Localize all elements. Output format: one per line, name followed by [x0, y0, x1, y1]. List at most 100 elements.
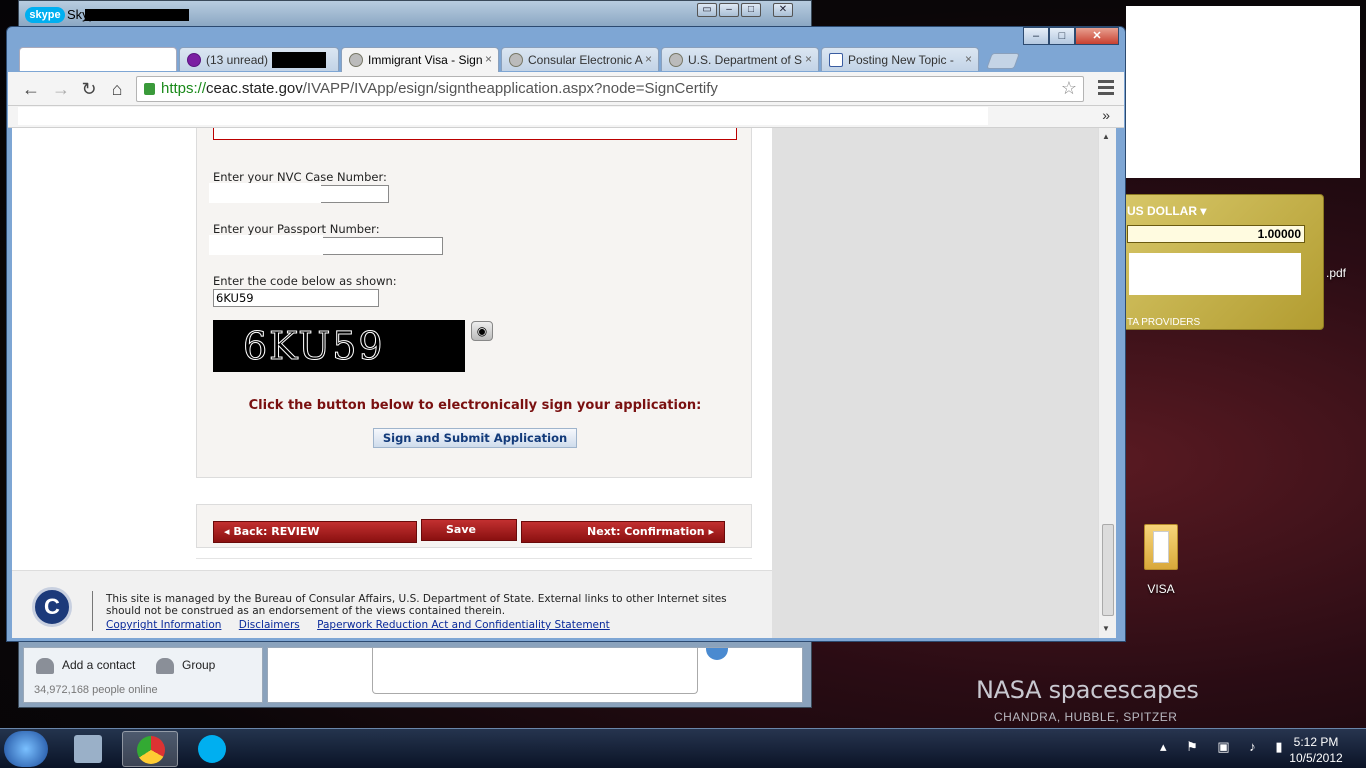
page-viewport: Enter your NVC Case Number: Enter your P…: [12, 128, 1106, 638]
scroll-thumb[interactable]: [1102, 524, 1114, 616]
taskbar-skype[interactable]: [184, 731, 240, 767]
tab-mail[interactable]: (13 unread): [179, 47, 339, 71]
add-contact-button[interactable]: Add a contact: [36, 652, 135, 678]
reload-icon[interactable]: ↻: [78, 78, 100, 100]
currency-widget: US DOLLAR ▾ 1.00000 TA PROVIDERS: [1112, 194, 1324, 330]
passport-redacted: [209, 235, 323, 255]
nvc-redacted: [209, 183, 321, 203]
taskbar-calculator[interactable]: [60, 731, 116, 767]
tab-redacted[interactable]: [19, 47, 177, 71]
group-label: Group: [182, 658, 216, 672]
add-contact-icon: [36, 657, 54, 674]
clock-date: 10/5/2012: [1289, 751, 1343, 765]
form-navigation: ◂ Back: REVIEW Save Next: Confirmation ▸: [196, 504, 752, 548]
save-button[interactable]: Save: [421, 519, 517, 541]
tab-label: Immigrant Visa - Sign: [368, 53, 483, 67]
code-label: Enter the code below as shown:: [213, 274, 397, 288]
bookmarks-more-icon[interactable]: »: [1102, 107, 1110, 123]
captcha-code-input[interactable]: 6KU59: [213, 289, 379, 307]
visa-folder[interactable]: VISA: [1138, 524, 1184, 596]
calculator-icon: [74, 735, 102, 763]
address-bar[interactable]: https://ceac.state.gov/IVAPP/IVApp/esign…: [136, 76, 1084, 102]
skype-maximize-button[interactable]: □: [741, 3, 761, 17]
sign-instruction: Click the button below to electronically…: [248, 398, 702, 413]
close-button[interactable]: ✕: [1075, 27, 1119, 45]
bookmarks-bar: »: [8, 106, 1124, 128]
group-icon: [156, 657, 174, 674]
footer-notice: This site is managed by the Bureau of Co…: [106, 593, 727, 617]
group-button[interactable]: Group: [156, 652, 215, 678]
footer-links: Copyright Information Disclaimers Paperw…: [106, 619, 624, 631]
nvc-label: Enter your NVC Case Number:: [213, 170, 387, 184]
clock-time: 5:12 PM: [1293, 735, 1339, 749]
scroll-up-icon[interactable]: ▲: [1102, 132, 1110, 141]
skype-close-button[interactable]: ✕: [773, 3, 793, 17]
home-icon[interactable]: ⌂: [106, 78, 128, 100]
skype-restore-button[interactable]: ▭: [697, 3, 717, 17]
scroll-down-icon[interactable]: ▼: [1102, 624, 1110, 633]
currency-name[interactable]: US DOLLAR ▾: [1127, 204, 1206, 218]
url-host: ceac.state.gov: [206, 80, 303, 97]
start-button[interactable]: [4, 731, 48, 767]
skype-titlebar: skype Skype ▭ – □ ✕: [19, 1, 811, 27]
add-contact-label: Add a contact: [62, 658, 136, 672]
taskbar: ▴ ⚑ ▣ ♪ ▮ 5:12 PM 10/5/2012: [0, 728, 1366, 768]
disclaimers-link[interactable]: Disclaimers: [239, 619, 300, 631]
chrome-icon: [137, 736, 165, 764]
skype-minimize-button[interactable]: –: [719, 3, 739, 17]
bookmark-star-icon[interactable]: ☆: [1061, 78, 1077, 99]
url-scheme: https://: [161, 80, 207, 97]
url-path: /IVAPP/IVApp/esign/signtheapplication.as…: [302, 80, 718, 97]
tab-close-icon[interactable]: ×: [645, 52, 652, 66]
page-scrollbar[interactable]: ▲ ▼: [1098, 128, 1116, 638]
browser-toolbar: ← → ↻ ⌂ https://ceac.state.gov/IVAPP/IVA…: [8, 72, 1124, 106]
tab-label: Consular Electronic A: [528, 53, 643, 67]
consular-affairs-seal-icon: C: [32, 587, 72, 627]
skype-icon: [198, 735, 226, 763]
skype-title-redacted: [85, 9, 189, 21]
yahoo-icon: [187, 53, 201, 67]
tab-close-icon[interactable]: ×: [965, 52, 972, 66]
tab-redacted-text: [272, 52, 326, 68]
skype-message-input[interactable]: [372, 648, 698, 694]
next-confirmation-button[interactable]: Next: Confirmation ▸: [521, 521, 725, 543]
tab-posting-new-topic[interactable]: Posting New Topic - ×: [821, 47, 979, 71]
copyright-link[interactable]: Copyright Information: [106, 619, 221, 631]
back-arrow-icon[interactable]: ←: [20, 78, 42, 100]
state-seal-icon: [349, 53, 363, 67]
tab-label: Posting New Topic -: [848, 53, 954, 67]
people-online-count: 34,972,168 people online: [34, 684, 158, 696]
taskbar-chrome[interactable]: [122, 731, 178, 767]
paperwork-link[interactable]: Paperwork Reduction Act and Confidential…: [317, 619, 610, 631]
visa-folder-label: VISA: [1147, 582, 1175, 596]
forward-arrow-icon[interactable]: →: [50, 78, 72, 100]
menu-icon[interactable]: [1098, 80, 1114, 96]
lock-icon: [144, 83, 155, 95]
tab-immigrant-visa[interactable]: Immigrant Visa - Sign ×: [341, 47, 499, 72]
maximize-button[interactable]: □: [1049, 27, 1075, 45]
tab-close-icon[interactable]: ×: [485, 52, 492, 66]
tab-consular-electronic[interactable]: Consular Electronic A ×: [501, 47, 659, 71]
captcha-refresh-icon[interactable]: ◉: [471, 321, 493, 341]
state-seal-icon: [509, 53, 523, 67]
clock[interactable]: 5:12 PM 10/5/2012: [1284, 734, 1348, 766]
sign-submit-button[interactable]: Sign and Submit Application: [373, 428, 577, 448]
page-body: Enter your NVC Case Number: Enter your P…: [12, 128, 772, 638]
tab-label: U.S. Department of S: [688, 53, 803, 67]
skype-send-icon[interactable]: [706, 648, 728, 660]
bookmarks-redacted: [18, 107, 988, 125]
minimize-button[interactable]: –: [1023, 27, 1049, 45]
tab-close-icon[interactable]: ×: [805, 52, 812, 66]
passport-label: Enter your Passport Number:: [213, 222, 380, 236]
currency-value[interactable]: 1.00000: [1127, 225, 1305, 243]
folder-icon: [1144, 524, 1178, 570]
system-tray-icons[interactable]: ▴ ⚑ ▣ ♪ ▮: [1160, 739, 1291, 755]
tab-us-department[interactable]: U.S. Department of S ×: [661, 47, 819, 71]
sign-form-panel: Enter your NVC Case Number: Enter your P…: [196, 128, 752, 478]
back-review-button[interactable]: ◂ Back: REVIEW: [213, 521, 417, 543]
vj-icon: [829, 53, 843, 67]
currency-redacted: [1129, 253, 1301, 295]
desktop-pdf-label[interactable]: .pdf: [1326, 266, 1346, 280]
new-tab-button[interactable]: [986, 53, 1020, 69]
site-footer: C This site is managed by the Bureau of …: [12, 570, 772, 638]
